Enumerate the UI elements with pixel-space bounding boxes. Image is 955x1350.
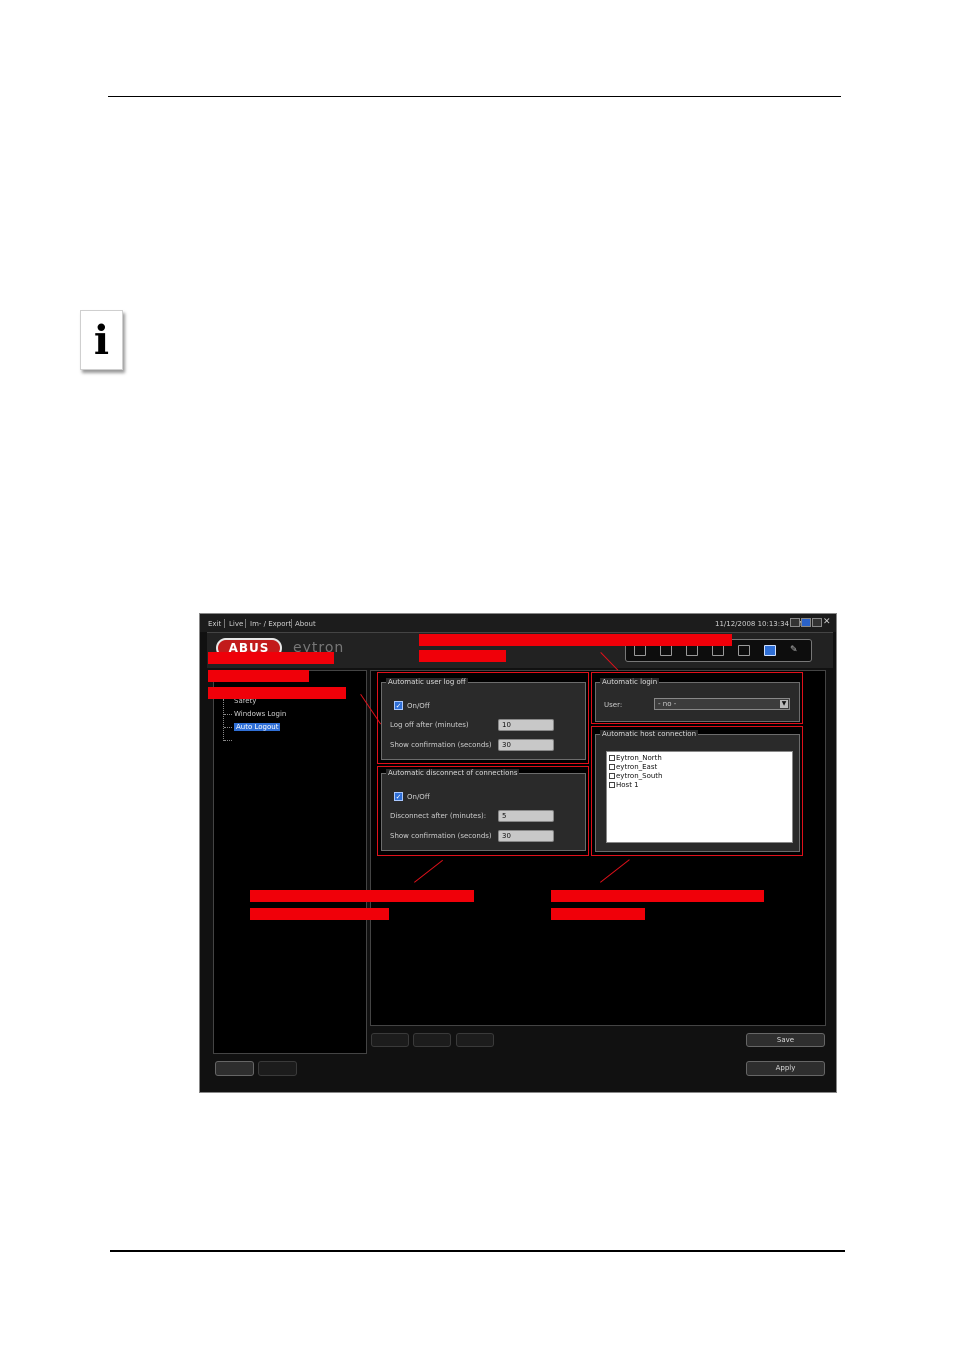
footer-rule — [110, 1250, 845, 1252]
menu-live[interactable]: Live — [229, 620, 243, 628]
annotation-box — [591, 726, 803, 856]
export-icon[interactable] — [660, 645, 672, 656]
menu-exit[interactable]: Exit — [208, 620, 221, 628]
annotation-bar — [250, 890, 474, 902]
software-screenshot: Exit Live Im- / Export About 11/12/2008 … — [199, 613, 837, 1093]
paste-icon[interactable] — [258, 1061, 297, 1076]
arrow-icon[interactable] — [413, 1033, 451, 1047]
lock-icon[interactable] — [764, 645, 776, 656]
annotation-bar — [250, 908, 389, 920]
menu-about[interactable]: About — [295, 620, 316, 628]
minimize-icon[interactable] — [790, 618, 800, 627]
annotation-bar — [419, 650, 506, 662]
menu-bar: Exit Live Im- / Export About 11/12/2008 … — [200, 614, 836, 632]
tree-item-windows-login[interactable]: Windows Login — [234, 710, 286, 718]
tree-connector — [224, 714, 232, 715]
annotation-box — [377, 672, 589, 764]
tree-connector — [223, 699, 224, 741]
header-rule — [108, 96, 841, 97]
annotation-bar — [208, 687, 346, 699]
trash-icon[interactable] — [456, 1033, 494, 1047]
annotation-bar — [419, 634, 732, 646]
network-icon[interactable] — [738, 645, 750, 656]
tree-connector — [224, 727, 232, 728]
settings-tree: Safety Windows Login Auto Logout — [213, 670, 367, 1054]
monitor-icon[interactable] — [686, 645, 698, 656]
copy-icon[interactable] — [215, 1061, 254, 1076]
save-button[interactable]: Save — [746, 1033, 825, 1047]
maximize-icon[interactable] — [812, 618, 822, 627]
restore-icon[interactable] — [801, 618, 811, 627]
tree-item-auto-logout[interactable]: Auto Logout — [234, 723, 281, 731]
menu-separator — [224, 619, 225, 628]
list-icon[interactable] — [712, 645, 724, 656]
tree-connector — [224, 740, 232, 741]
tools-icon[interactable]: ✎ — [790, 645, 802, 656]
datetime-display: 11/12/2008 10:13:34 AM — [715, 620, 803, 628]
apply-button[interactable]: Apply — [746, 1061, 825, 1076]
menu-import-export[interactable]: Im- / Export — [250, 620, 291, 628]
annotation-box — [377, 766, 589, 856]
annotation-bar — [551, 908, 645, 920]
menu-separator — [245, 619, 246, 628]
annotation-bar — [208, 670, 309, 682]
menu-separator — [291, 619, 292, 628]
close-icon[interactable]: ✕ — [823, 618, 833, 627]
annotation-bar — [551, 890, 764, 902]
add-icon[interactable] — [371, 1033, 409, 1047]
annotation-bar — [208, 652, 334, 664]
annotation-box — [591, 672, 803, 724]
info-icon: i — [80, 310, 123, 370]
camera-icon[interactable] — [634, 645, 646, 656]
